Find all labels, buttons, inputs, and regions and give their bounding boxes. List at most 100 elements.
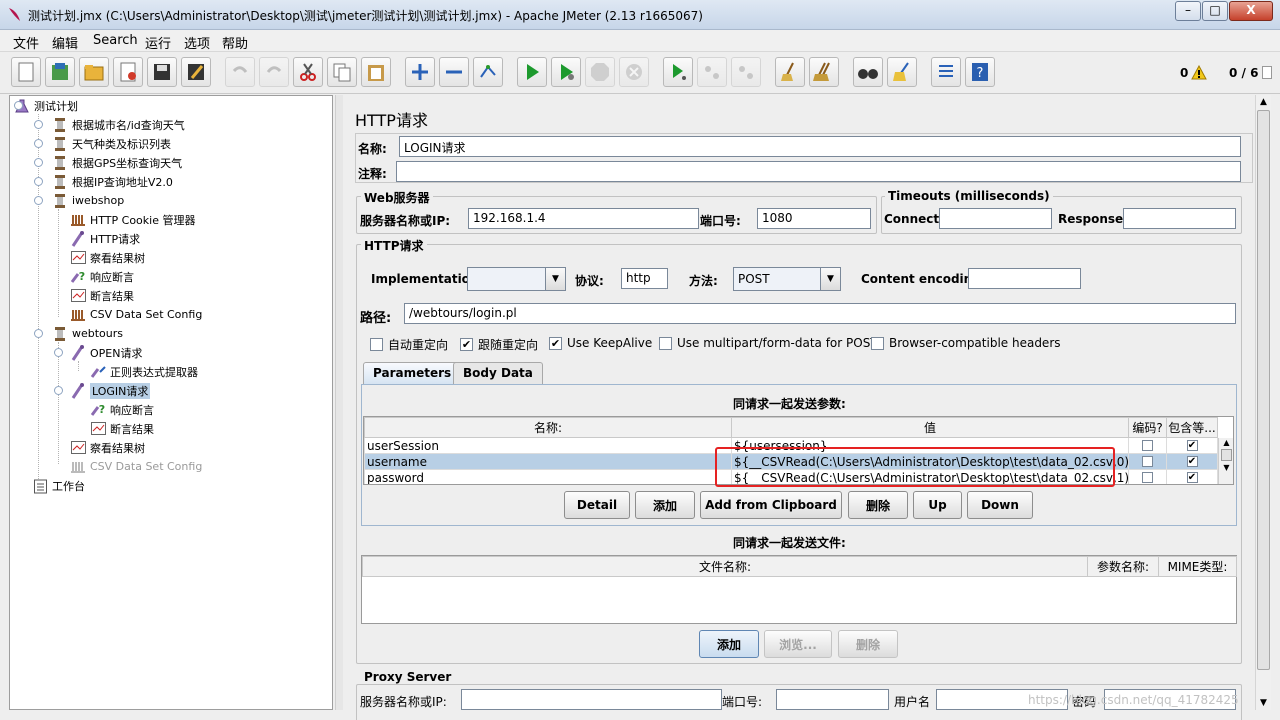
- include-checkbox[interactable]: ✔: [1186, 472, 1198, 483]
- cut-button[interactable]: [293, 57, 323, 87]
- dropdown-arrow-icon[interactable]: ▼: [545, 268, 565, 290]
- param-name-cell[interactable]: userSession: [364, 437, 732, 454]
- function-helper-button[interactable]: [931, 57, 961, 87]
- expander[interactable]: [34, 196, 43, 205]
- new-button[interactable]: [11, 57, 41, 87]
- expander[interactable]: [54, 348, 63, 357]
- tree-node-response-assertion[interactable]: ? 响应断言: [90, 400, 154, 419]
- expander[interactable]: [34, 329, 43, 338]
- undo-button[interactable]: [225, 57, 255, 87]
- tree-node-csv-data-set[interactable]: CSV Data Set Config: [70, 305, 202, 324]
- name-input[interactable]: LOGIN请求: [399, 136, 1241, 157]
- menu-edit[interactable]: 编辑: [52, 33, 78, 52]
- param-name-cell[interactable]: password: [364, 469, 732, 484]
- expander[interactable]: [34, 139, 43, 148]
- port-input[interactable]: 1080: [757, 208, 871, 229]
- browser-headers-checkbox[interactable]: Browser-compatible headers: [871, 336, 1061, 350]
- server-input[interactable]: 192.168.1.4: [468, 208, 699, 229]
- collapse-all-button[interactable]: [439, 57, 469, 87]
- tree-node-webtours[interactable]: webtours: [52, 324, 123, 343]
- param-name-cell[interactable]: username: [364, 453, 732, 470]
- templates-button[interactable]: [45, 57, 75, 87]
- include-cell[interactable]: ✔: [1166, 469, 1218, 484]
- encode-cell[interactable]: [1128, 453, 1167, 470]
- remote-stop-button[interactable]: [697, 57, 727, 87]
- warning-icon[interactable]: [1191, 64, 1207, 83]
- include-cell[interactable]: ✔: [1166, 453, 1218, 470]
- tree-node-thread-group[interactable]: 根据IP查询地址V2.0: [52, 172, 173, 191]
- tab-body-data[interactable]: Body Data: [453, 362, 543, 384]
- encoding-input[interactable]: [968, 268, 1081, 289]
- detail-button[interactable]: Detail: [564, 491, 630, 519]
- multipart-checkbox[interactable]: Use multipart/form-data for POST: [659, 336, 878, 350]
- remote-shutdown-button[interactable]: [731, 57, 761, 87]
- include-cell[interactable]: ✔: [1166, 437, 1218, 454]
- scroll-down-icon[interactable]: ▼: [1256, 698, 1271, 708]
- tree-node-login-request[interactable]: LOGIN请求: [70, 381, 151, 400]
- response-timeout-input[interactable]: [1123, 208, 1236, 229]
- expander[interactable]: [34, 158, 43, 167]
- encode-cell[interactable]: [1128, 469, 1167, 484]
- comment-input[interactable]: [396, 161, 1241, 182]
- column-header-mime[interactable]: MIME类型:: [1158, 556, 1237, 577]
- tree-node-cookie-manager[interactable]: HTTP Cookie 管理器: [70, 210, 195, 229]
- up-button[interactable]: Up: [913, 491, 962, 519]
- close-button[interactable]: X: [1229, 1, 1273, 21]
- scroll-thumb[interactable]: [1257, 110, 1270, 670]
- protocol-input[interactable]: http: [621, 268, 668, 289]
- tree-node-csv-data-set-disabled[interactable]: CSV Data Set Config: [70, 457, 202, 476]
- tree-node-response-assertion[interactable]: ? 响应断言: [70, 267, 134, 286]
- auto-redirect-checkbox[interactable]: 自动重定向: [370, 336, 448, 353]
- minimize-button[interactable]: –: [1175, 1, 1201, 21]
- encode-checkbox[interactable]: [1142, 440, 1153, 451]
- expander[interactable]: [34, 177, 43, 186]
- add-from-clipboard-button[interactable]: Add from Clipboard: [700, 491, 842, 519]
- search-button[interactable]: [853, 57, 883, 87]
- tree-node-test-plan[interactable]: 测试计划: [14, 96, 78, 115]
- tree-node-regex-extractor[interactable]: 正则表达式提取器: [90, 362, 198, 381]
- add-param-button[interactable]: 添加: [635, 491, 695, 519]
- menu-file[interactable]: 文件: [13, 33, 39, 52]
- shutdown-button[interactable]: [619, 57, 649, 87]
- encode-cell[interactable]: [1128, 437, 1167, 454]
- tree-node-open-request[interactable]: OPEN请求: [70, 343, 142, 362]
- scroll-up-icon[interactable]: ▲: [1256, 97, 1271, 107]
- scroll-up-icon[interactable]: ▲: [1219, 438, 1233, 447]
- main-scrollbar[interactable]: ▲ ▼: [1255, 95, 1271, 710]
- reset-search-button[interactable]: [887, 57, 917, 87]
- encode-checkbox[interactable]: [1142, 456, 1153, 467]
- menu-options[interactable]: 选项: [184, 33, 210, 52]
- column-header-param-name[interactable]: 参数名称:: [1087, 556, 1159, 577]
- start-no-pause-button[interactable]: [551, 57, 581, 87]
- column-header-filename[interactable]: 文件名称:: [362, 556, 1088, 577]
- tree-node-thread-group[interactable]: 天气种类及标识列表: [52, 134, 171, 153]
- browse-button[interactable]: 浏览...: [764, 630, 832, 658]
- delete-file-button[interactable]: 删除: [838, 630, 898, 658]
- tree-node-assertion-results[interactable]: 断言结果: [90, 419, 154, 438]
- tree-node-iwebshop[interactable]: iwebshop: [52, 191, 124, 210]
- column-header-value[interactable]: 值: [731, 417, 1129, 438]
- help-button[interactable]: ?: [965, 57, 995, 87]
- remote-start-button[interactable]: [663, 57, 693, 87]
- expander-root[interactable]: [14, 101, 23, 110]
- stop-button[interactable]: [585, 57, 615, 87]
- pane-splitter[interactable]: [335, 95, 343, 710]
- save-button[interactable]: [147, 57, 177, 87]
- dropdown-arrow-icon[interactable]: ▼: [820, 268, 840, 290]
- params-scrollbar[interactable]: ▲ ▼: [1218, 438, 1233, 484]
- follow-redirects-checkbox[interactable]: ✔ 跟随重定向: [460, 336, 538, 353]
- keepalive-checkbox[interactable]: ✔ Use KeepAlive: [549, 336, 652, 350]
- maximize-button[interactable]: □: [1202, 1, 1228, 21]
- implementation-select[interactable]: ▼: [467, 267, 566, 291]
- proxy-server-input[interactable]: [461, 689, 722, 710]
- expand-all-button[interactable]: [405, 57, 435, 87]
- proxy-port-input[interactable]: [776, 689, 889, 710]
- delete-param-button[interactable]: 删除: [848, 491, 908, 519]
- connect-timeout-input[interactable]: [939, 208, 1052, 229]
- tree-node-thread-group[interactable]: 根据城市名/id查询天气: [52, 115, 185, 134]
- include-checkbox[interactable]: ✔: [1186, 440, 1198, 451]
- tree-node-thread-group[interactable]: 根据GPS坐标查询天气: [52, 153, 182, 172]
- tree-node-view-results-tree[interactable]: 察看结果树: [70, 248, 145, 267]
- menu-run[interactable]: 运行: [145, 33, 171, 52]
- tree-node-http-request[interactable]: HTTP请求: [70, 229, 140, 248]
